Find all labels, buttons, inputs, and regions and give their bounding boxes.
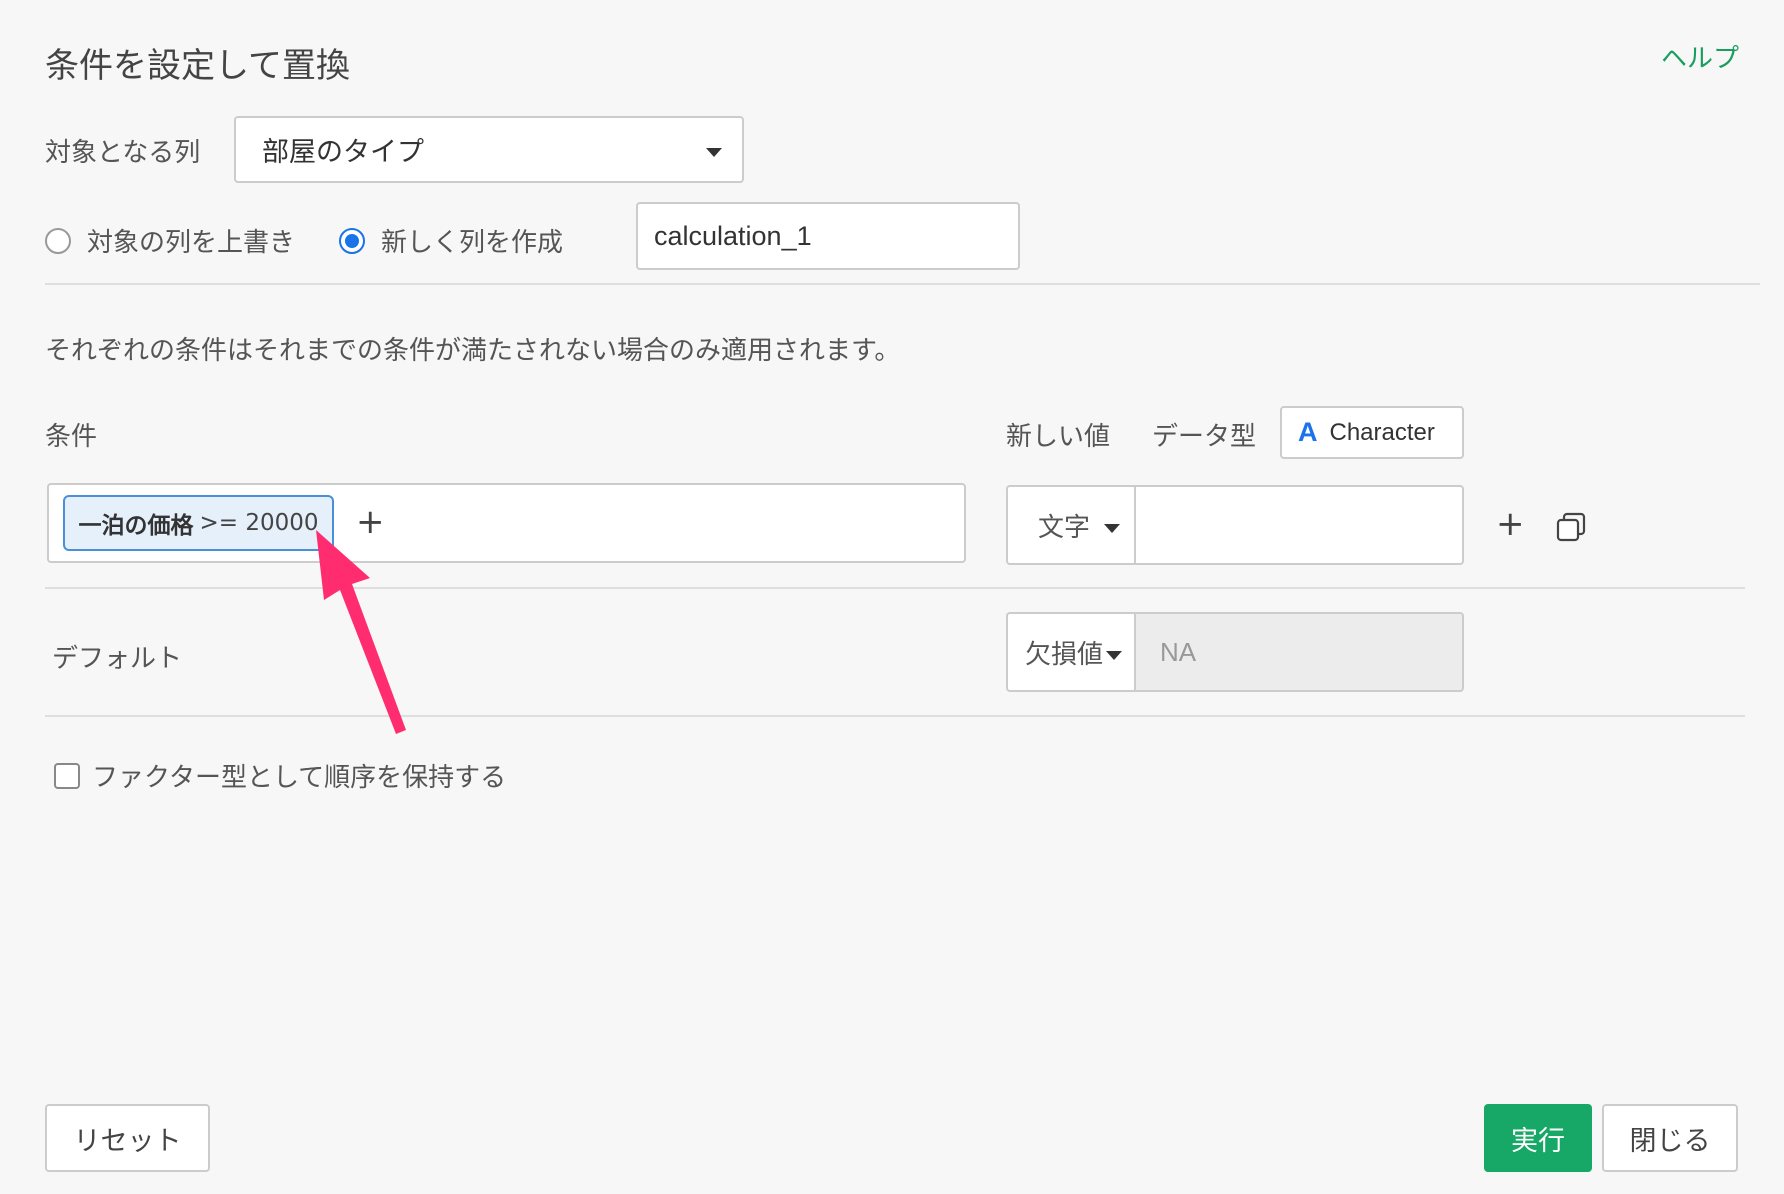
factor-label: ファクター型として順序を保持する bbox=[92, 763, 507, 793]
new-column-option[interactable]: 新しく列を作成 bbox=[339, 222, 563, 259]
new-value-input[interactable] bbox=[1134, 485, 1464, 565]
character-type-icon: A bbox=[1298, 417, 1318, 447]
output-mode-group: 対象の列を上書き 新しく列を作成 bbox=[45, 222, 607, 259]
default-type-select[interactable]: 欠損値 bbox=[1006, 612, 1136, 692]
divider bbox=[45, 283, 1760, 285]
default-label: デフォルト bbox=[52, 644, 183, 674]
default-type-label: 欠損値 bbox=[1025, 639, 1104, 670]
data-type-header: データ型 bbox=[1152, 422, 1257, 452]
run-button[interactable]: 実行 bbox=[1484, 1104, 1592, 1172]
default-value-field: NA bbox=[1134, 612, 1464, 692]
help-link[interactable]: ヘルプ bbox=[1661, 38, 1739, 75]
conditions-description: それぞれの条件はそれまでの条件が満たされない場合のみ適用されます。 bbox=[45, 336, 901, 366]
target-column-value: 部屋のタイプ bbox=[262, 137, 424, 168]
target-column-label: 対象となる列 bbox=[45, 138, 201, 168]
new-column-name-input[interactable] bbox=[636, 202, 1020, 270]
close-button[interactable]: 閉じる bbox=[1602, 1104, 1738, 1172]
condition-column-header: 条件 bbox=[45, 422, 98, 452]
dialog-title: 条件を設定して置換 bbox=[45, 46, 350, 86]
add-row-button[interactable]: + bbox=[1496, 504, 1525, 544]
overwrite-label: 対象の列を上書き bbox=[87, 228, 296, 258]
chevron-down-icon bbox=[1106, 651, 1122, 660]
annotation-arrow-icon bbox=[316, 530, 406, 734]
value-type-label: 文字 bbox=[1038, 512, 1091, 543]
new-column-label: 新しく列を作成 bbox=[381, 228, 564, 258]
new-value-column-header: 新しい値 bbox=[1006, 422, 1111, 452]
overwrite-option[interactable]: 対象の列を上書き bbox=[45, 222, 295, 259]
factor-option[interactable]: ファクター型として順序を保持する bbox=[54, 757, 506, 794]
copy-icon[interactable] bbox=[1556, 512, 1586, 542]
chevron-down-icon bbox=[1104, 524, 1120, 533]
reset-button[interactable]: リセット bbox=[45, 1104, 210, 1172]
data-type-button[interactable]: A Character bbox=[1280, 406, 1464, 459]
overwrite-radio[interactable] bbox=[45, 227, 71, 254]
data-type-value: Character bbox=[1329, 418, 1435, 446]
condition-chip[interactable]: 一泊の価格 >= 20000 bbox=[63, 495, 334, 551]
value-type-select[interactable]: 文字 bbox=[1006, 485, 1136, 565]
factor-checkbox[interactable] bbox=[54, 762, 80, 789]
chevron-down-icon bbox=[706, 148, 722, 157]
condition-chip-column: 一泊の価格 bbox=[78, 513, 194, 539]
new-column-radio[interactable] bbox=[339, 227, 366, 254]
target-column-select[interactable]: 部屋のタイプ bbox=[234, 116, 744, 183]
